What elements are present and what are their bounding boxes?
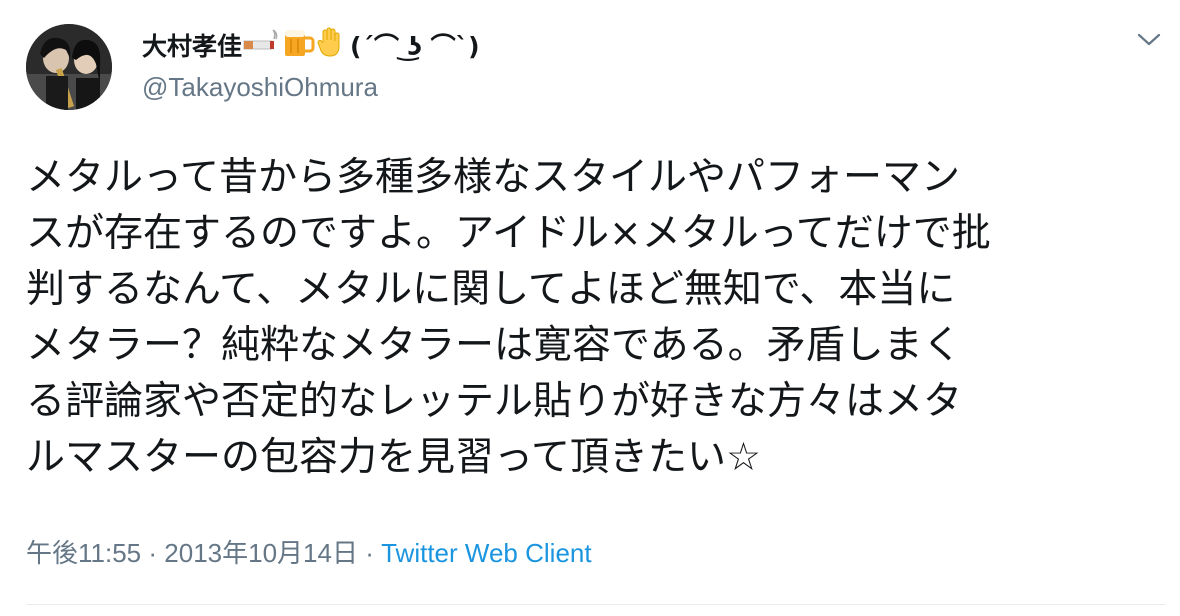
tweet-text-line: る評論家や否定的なレッテル貼りが好きな方々はメタ bbox=[26, 379, 963, 424]
avatar[interactable] bbox=[26, 24, 112, 110]
client-link[interactable]: Twitter Web Client bbox=[381, 538, 591, 568]
tweet-text-line: スが存在するのですよ。アイドル×メタルってだけで批 bbox=[26, 211, 991, 256]
tweet-date[interactable]: 2013年10月14日 bbox=[164, 538, 358, 568]
author-block[interactable]: 大村孝佳 (´⌒ ͜ʖ ⌒`) @TakayoshiOhmura bbox=[142, 26, 480, 104]
tweet-metadata: 午後11:55 · 2013年10月14日 · Twitter Web Clie… bbox=[26, 536, 592, 570]
meta-separator: · bbox=[365, 538, 374, 568]
display-name-text: 大村孝佳 bbox=[142, 32, 243, 61]
raised-hand-icon bbox=[316, 26, 346, 68]
display-name-suffix: (´⌒ ͜ʖ ⌒`) bbox=[350, 32, 480, 61]
tweet-text-line: メタラー？純粋なメタラーは寛容である。矛盾しまく bbox=[26, 323, 962, 368]
chevron-down-icon[interactable] bbox=[1136, 30, 1162, 50]
tweet-card: 大村孝佳 (´⌒ ͜ʖ ⌒`) @TakayoshiOhmura メタルって昔か… bbox=[0, 0, 1180, 616]
beer-mug-icon bbox=[282, 26, 316, 68]
display-name[interactable]: 大村孝佳 (´⌒ ͜ʖ ⌒`) bbox=[142, 26, 480, 68]
tweet-text-line: 判するなんて、メタルに関してよほど無知で、本当に bbox=[26, 267, 956, 312]
user-handle[interactable]: @TakayoshiOhmura bbox=[142, 70, 480, 104]
avatar-image bbox=[26, 24, 112, 110]
meta-separator: · bbox=[148, 538, 158, 568]
tweet-time[interactable]: 午後11:55 bbox=[26, 538, 141, 568]
tweet-text: メタルって昔から多種多様なスタイルやパフォーマン スが存在するのですよ。アイドル… bbox=[26, 150, 1166, 486]
divider bbox=[26, 604, 1166, 605]
tweet-text-line: メタルって昔から多種多様なスタイルやパフォーマン bbox=[26, 155, 961, 200]
tweet-text-line: ルマスターの包容力を見習って頂きたい☆ bbox=[26, 435, 762, 480]
cigarette-icon bbox=[242, 27, 282, 67]
